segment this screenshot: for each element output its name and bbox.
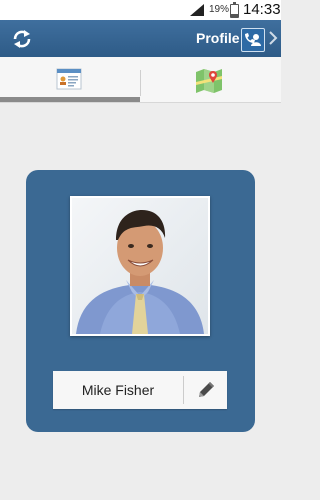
person-photo (72, 198, 208, 334)
chevron-right-icon[interactable] (268, 30, 278, 46)
page-title[interactable]: Profile (196, 30, 240, 46)
status-bar: 19% 14:33 (0, 0, 281, 20)
contact-phone-icon[interactable] (241, 28, 265, 52)
battery-percent: 19% (209, 4, 230, 15)
edit-name-button[interactable] (184, 371, 227, 409)
pencil-icon (199, 382, 214, 397)
map-icon (196, 69, 222, 93)
clock: 14:33 (243, 1, 281, 18)
profile-photo[interactable] (70, 196, 210, 336)
profile-card: Mike Fisher (26, 170, 255, 432)
tab-bar (0, 57, 281, 103)
signal-icon (190, 4, 204, 16)
profile-card-icon (56, 68, 82, 90)
tab-profile[interactable] (0, 57, 140, 102)
battery-icon (230, 2, 239, 18)
profile-name[interactable]: Mike Fisher (53, 371, 183, 409)
tab-map[interactable] (141, 57, 281, 102)
name-bar: Mike Fisher (53, 371, 227, 409)
action-bar: Profile (0, 20, 281, 57)
selected-tab-indicator (0, 97, 140, 102)
refresh-icon[interactable] (11, 28, 33, 50)
